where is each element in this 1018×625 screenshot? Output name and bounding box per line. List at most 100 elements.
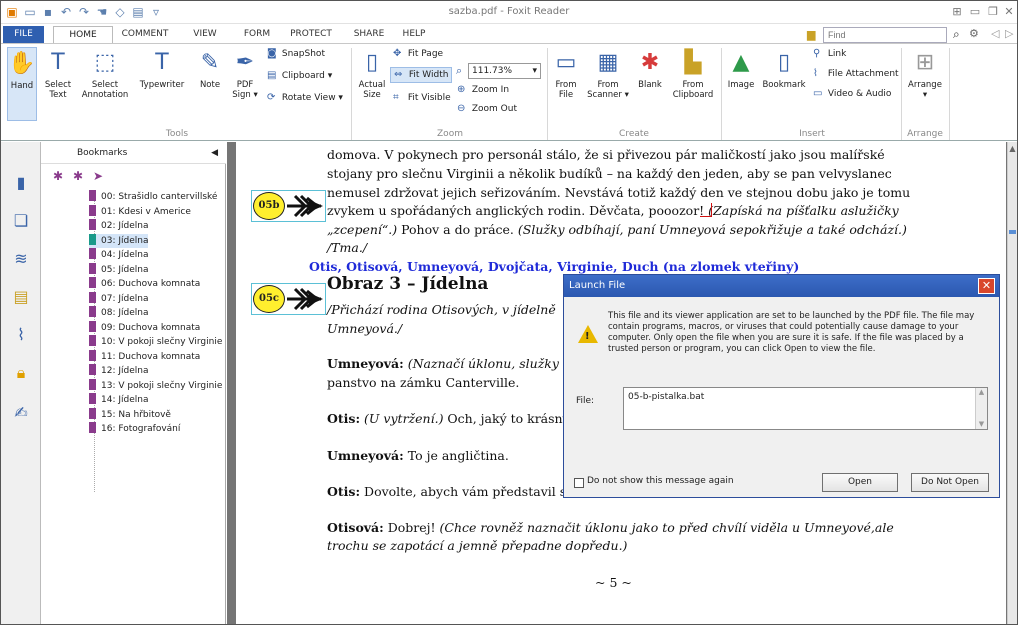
- zoom-in-button[interactable]: ⊕ Zoom In: [457, 84, 509, 96]
- do-not-open-button[interactable]: Do Not Open: [911, 473, 989, 492]
- layers-panel-icon[interactable]: ≋: [10, 248, 32, 270]
- tab-protect[interactable]: PROTECT: [284, 26, 338, 43]
- bookmark-label: 16: Fotografování: [101, 424, 181, 434]
- tab-comment[interactable]: COMMENT: [118, 26, 172, 43]
- separator: [721, 48, 722, 140]
- bookmark-item[interactable]: 01: Kdesi v Americe: [89, 204, 191, 219]
- fit-page-button[interactable]: ✥ Fit Page: [393, 48, 443, 60]
- bookmark-label: 13: V pokoji slečny Virginie: [101, 380, 223, 391]
- bookmarks-panel: Bookmarks ◀ ✱ ✱ ➤ 00: Strašidlo cantervi…: [41, 142, 226, 624]
- pages-panel-icon[interactable]: ❏: [10, 210, 32, 232]
- vertical-scrollbar[interactable]: ▲: [1007, 142, 1017, 624]
- bookmark-label: 07: Jídelna: [101, 293, 149, 304]
- from-scanner-button[interactable]: ▦ From Scanner ▾: [585, 49, 631, 100]
- collapse-panel-icon[interactable]: ◀: [211, 142, 218, 164]
- clipboard-icon: ▤: [267, 70, 277, 81]
- hand-button[interactable]: ✋ Hand: [7, 47, 37, 121]
- bookmark-item[interactable]: 13: V pokoji slečny Virginie: [89, 378, 223, 393]
- link-button[interactable]: ⚲ Link: [813, 48, 846, 60]
- actual-size-button[interactable]: ▯ Actual Size: [355, 49, 389, 100]
- bookmark-item[interactable]: 02: Jídelna: [89, 219, 148, 233]
- typewriter-icon: T: [155, 50, 169, 75]
- bookmark-item[interactable]: 05: Jídelna: [89, 262, 148, 277]
- file-attachment-button[interactable]: ⌇ File Attachment: [813, 68, 899, 80]
- fit-width-button[interactable]: ⇔ Fit Width: [390, 67, 453, 83]
- add-bookmark-icon[interactable]: ➤: [93, 169, 103, 183]
- arrange-icon: ⊞: [915, 50, 935, 75]
- from-file-button[interactable]: ▭ From File: [551, 49, 581, 100]
- tab-help[interactable]: HELP: [397, 26, 431, 43]
- bookmark-item[interactable]: 04: Jídelna: [89, 248, 148, 262]
- bookmark-item[interactable]: 03: Jídelna: [89, 233, 149, 248]
- note-button[interactable]: ✎ Note: [195, 49, 225, 90]
- restore-button[interactable]: ❐: [985, 4, 1001, 20]
- signature-panel-icon[interactable]: ✍: [10, 402, 32, 424]
- bookmark-label: 14: Jídelna: [101, 395, 149, 405]
- bookmark-item[interactable]: 16: Fotografování: [89, 422, 180, 436]
- find-input[interactable]: [823, 27, 947, 43]
- select-annotation-icon: ⬚: [94, 50, 116, 75]
- attachments-panel-icon[interactable]: ⌇: [10, 324, 32, 346]
- bookmark-item[interactable]: 08: Jídelna: [89, 306, 148, 320]
- sound-marker-05c[interactable]: 05c: [251, 283, 326, 315]
- sound-marker-05b[interactable]: 05b: [251, 190, 326, 222]
- comments-panel-icon[interactable]: ▤: [10, 286, 32, 308]
- file-path-field[interactable]: 05-b-pistalka.bat ▲ ▼: [623, 387, 988, 430]
- zoom-level-select[interactable]: 111.73% ▾: [468, 63, 541, 79]
- bookmarks-panel-icon[interactable]: ▮: [10, 172, 32, 194]
- open-button[interactable]: Open: [822, 473, 898, 492]
- bookmark-item[interactable]: 14: Jídelna: [89, 393, 148, 407]
- close-window-button[interactable]: ✕: [1001, 4, 1017, 20]
- delete-bookmark-icon[interactable]: ✱: [53, 169, 63, 183]
- search-icon[interactable]: ⌕: [953, 27, 960, 42]
- scroll-up-icon[interactable]: ▲: [1008, 144, 1017, 156]
- arrange-button[interactable]: ⊞ Arrange ▾: [905, 49, 945, 100]
- tab-file[interactable]: FILE: [3, 26, 44, 43]
- from-clipboard-button[interactable]: ▙ From Clipboard: [669, 49, 717, 100]
- fit-visible-button[interactable]: ⌗ Fit Visible: [393, 92, 451, 104]
- blank-page-icon: ✱: [640, 50, 660, 75]
- bookmark-item[interactable]: 06: Duchova komnata: [89, 277, 200, 291]
- clipboard-button[interactable]: ▤ Clipboard ▾: [267, 70, 332, 82]
- dialog-close-button[interactable]: ✕: [978, 278, 995, 294]
- zoom-out-button[interactable]: ⊖ Zoom Out: [457, 103, 517, 115]
- scroll-down-icon[interactable]: ▼: [976, 420, 987, 428]
- bookmark-item[interactable]: 10: V pokoji slečny Virginie: [89, 335, 222, 349]
- tab-home[interactable]: HOME: [53, 26, 113, 43]
- bookmark-item[interactable]: 07: Jídelna: [89, 291, 149, 306]
- doc-line: Umneyová: (Naznačí úklonu, služky: [327, 356, 559, 371]
- image-icon: ▲: [732, 50, 750, 75]
- select-annotation-button[interactable]: ⬚ Select Annotation: [81, 49, 129, 100]
- settings-icon[interactable]: ⚙: [969, 27, 979, 40]
- scroll-up-icon[interactable]: ▲: [976, 388, 987, 396]
- blank-button[interactable]: ✱ Blank: [635, 49, 665, 90]
- expand-bookmark-icon[interactable]: ✱: [73, 169, 83, 183]
- bookmark-item[interactable]: 12: Jídelna: [89, 364, 148, 378]
- do-not-show-checkbox[interactable]: [574, 478, 584, 488]
- bookmark-button[interactable]: ▯ Bookmark: [761, 49, 807, 90]
- security-panel-icon[interactable]: 🔒︎: [10, 362, 32, 384]
- select-text-button[interactable]: T Select Text: [41, 49, 75, 100]
- tab-form[interactable]: FORM: [237, 26, 277, 43]
- bookmark-item[interactable]: 09: Duchova komnata: [89, 320, 200, 335]
- tab-view[interactable]: VIEW: [185, 26, 225, 43]
- link-annotation-marker[interactable]: [700, 203, 712, 217]
- prev-result-icon[interactable]: ◁: [991, 27, 999, 40]
- tab-share[interactable]: SHARE: [349, 26, 389, 43]
- navigation-panel-bar: ▮ ❏ ≋ ▤ ⌇ 🔒︎ ✍: [1, 142, 41, 624]
- scroll-thumb[interactable]: [1009, 230, 1016, 234]
- bookmark-item[interactable]: 00: Strašidlo cantervillské: [89, 190, 217, 204]
- bookmark-item[interactable]: 15: Na hřbitově: [89, 407, 171, 422]
- video-audio-button[interactable]: ▭ Video & Audio: [813, 88, 891, 100]
- next-result-icon[interactable]: ▷: [1005, 27, 1013, 40]
- bookmarks-title: Bookmarks: [77, 148, 128, 158]
- pdf-sign-button[interactable]: ✒ PDF Sign ▾: [227, 49, 263, 100]
- file-field-scrollbar[interactable]: ▲ ▼: [975, 388, 987, 429]
- typewriter-button[interactable]: T Typewriter: [133, 49, 191, 90]
- layout-grid-icon[interactable]: ⊞: [949, 4, 965, 20]
- rotate-view-button[interactable]: ⟳ Rotate View ▾: [267, 92, 343, 104]
- minimize-button[interactable]: ▭: [967, 4, 983, 20]
- snapshot-button[interactable]: ◙ SnapShot: [267, 48, 325, 60]
- bookmark-item[interactable]: 11: Duchova komnata: [89, 349, 200, 364]
- image-button[interactable]: ▲ Image: [725, 49, 757, 90]
